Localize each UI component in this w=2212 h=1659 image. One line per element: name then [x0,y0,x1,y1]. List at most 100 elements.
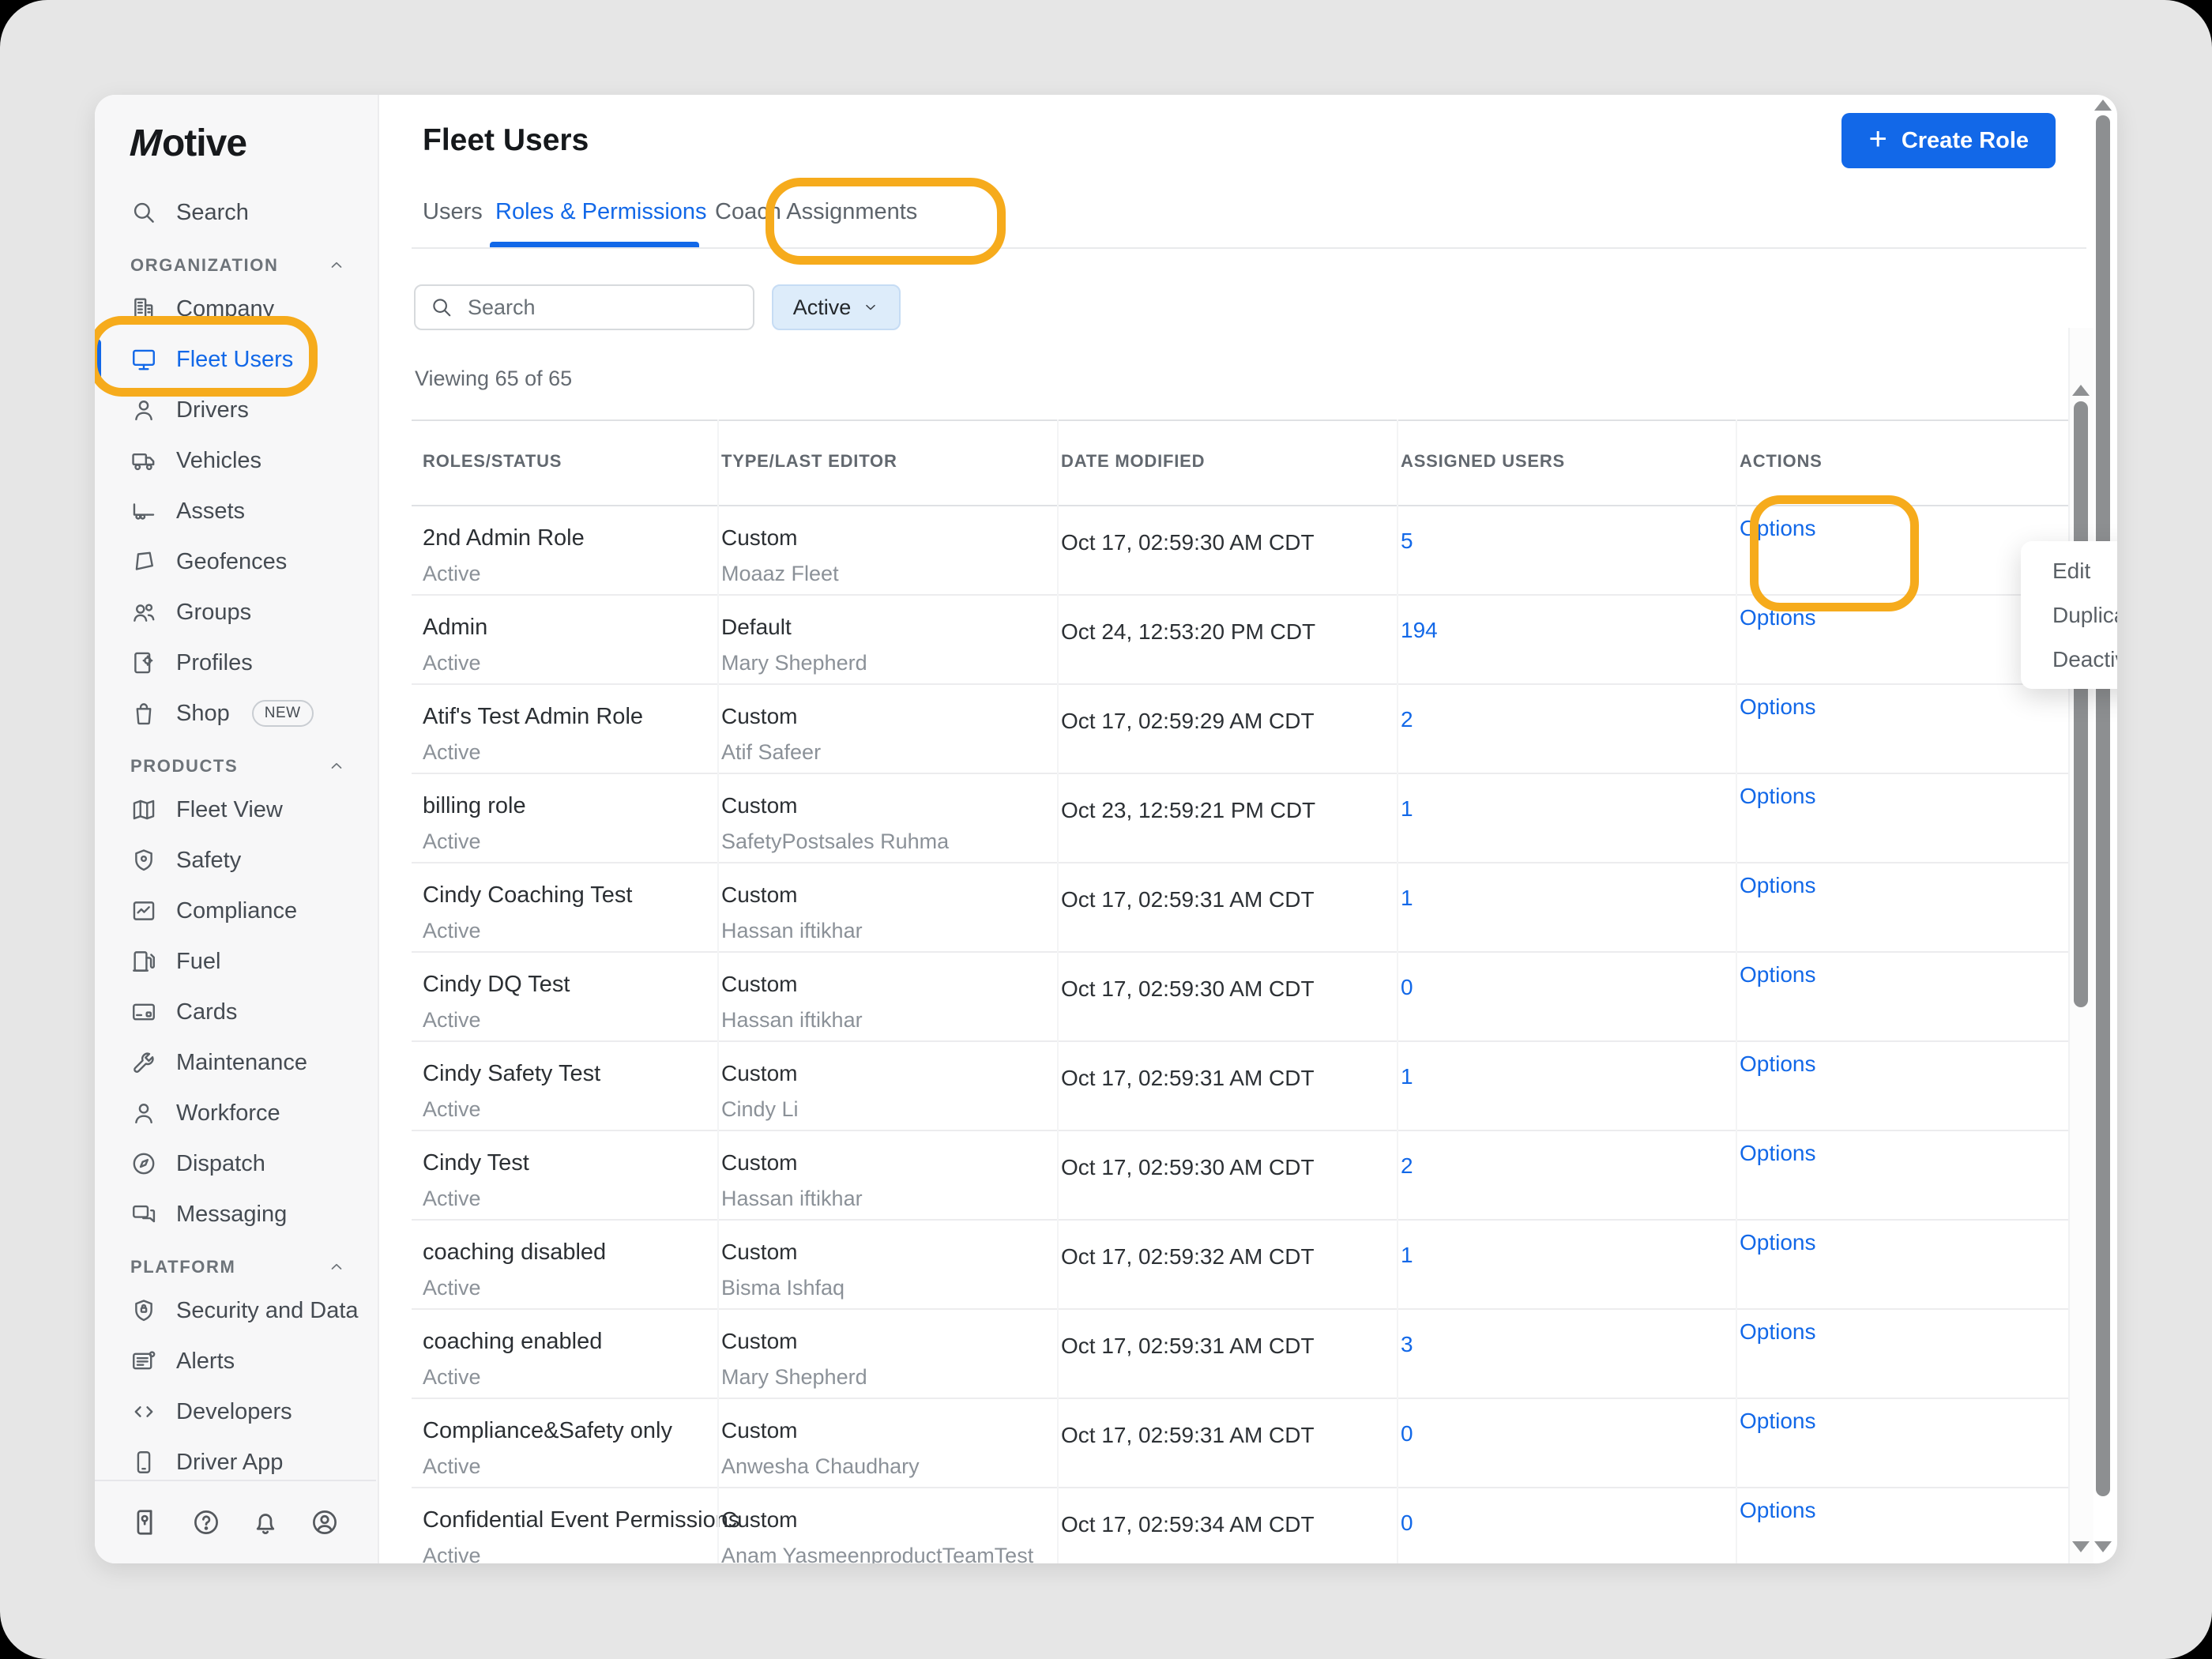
section-header-organization[interactable]: ORGANIZATION [95,247,378,284]
sidebar-item-geofences[interactable]: Geofences [95,536,378,587]
shield-lock-icon [130,1297,157,1324]
bell-icon[interactable] [250,1507,280,1537]
role-status: Active [423,1276,481,1300]
sidebar-item-label: Maintenance [176,1050,307,1076]
options-link[interactable]: Options [1740,962,1816,988]
role-name: coaching enabled [423,1329,602,1355]
options-link[interactable]: Options [1740,516,1816,541]
options-link[interactable]: Options [1740,1230,1816,1255]
sidebar-item-messaging[interactable]: Messaging [95,1189,378,1240]
code-icon [130,1398,157,1425]
role-status: Active [423,562,481,586]
status-filter-dropdown[interactable]: Active [772,284,901,330]
guide-icon[interactable] [132,1507,162,1537]
sidebar-item-assets[interactable]: Assets [95,486,378,536]
assigned-users-link[interactable]: 2 [1401,1153,1413,1179]
assigned-users-link[interactable]: 1 [1401,1243,1413,1268]
role-name: Confidential Event Permissions [423,1507,739,1533]
assigned-users-link[interactable]: 0 [1401,1510,1413,1536]
scroll-up-icon[interactable] [2094,100,2112,111]
scroll-up-icon[interactable] [2072,385,2090,396]
options-link[interactable]: Options [1740,1051,1816,1077]
options-link[interactable]: Options [1740,1498,1816,1523]
sidebar-item-vehicles[interactable]: Vehicles [95,435,378,486]
sidebar-item-company[interactable]: Company [95,284,378,334]
role-name: Atif's Test Admin Role [423,704,643,730]
date-modified: Oct 17, 02:59:30 AM CDT [1061,1155,1315,1180]
sidebar-item-fleet-view[interactable]: Fleet View [95,784,378,835]
tab-users[interactable]: Users [423,199,483,225]
sidebar-item-workforce[interactable]: Workforce [95,1088,378,1138]
sidebar-item-fleet-users[interactable]: Fleet Users [95,334,378,385]
assigned-users-link[interactable]: 5 [1401,529,1413,554]
assigned-users-link[interactable]: 1 [1401,796,1413,822]
sidebar-item-safety[interactable]: Safety [95,835,378,886]
options-link[interactable]: Options [1740,784,1816,809]
sidebar-item-alerts[interactable]: Alerts [95,1336,378,1386]
polygon-icon [130,548,157,575]
role-status: Active [423,1365,481,1390]
menu-item-duplicate[interactable]: Duplicate [2052,603,2117,628]
section-header-platform[interactable]: PLATFORM [95,1249,378,1285]
sidebar-item-label: Shop [176,701,230,727]
create-role-button[interactable]: + Create Role [1841,113,2056,168]
sidebar-item-search[interactable]: Search [95,187,378,238]
truck-icon [130,447,157,474]
sidebar-item-fuel[interactable]: Fuel [95,936,378,987]
role-name: Cindy Safety Test [423,1061,600,1087]
sidebar-item-label: Developers [176,1399,292,1425]
section-header-products[interactable]: PRODUCTS [95,748,378,784]
date-modified: Oct 23, 12:59:21 PM CDT [1061,798,1315,823]
sidebar-item-drivers[interactable]: Drivers [95,385,378,435]
scroll-down-icon[interactable] [2072,1541,2090,1552]
assigned-users-link[interactable]: 2 [1401,707,1413,732]
search-input[interactable] [466,295,753,321]
options-link[interactable]: Options [1740,1409,1816,1434]
account-icon[interactable] [310,1507,340,1537]
assigned-users-link[interactable]: 194 [1401,618,1438,643]
assigned-users-link[interactable]: 0 [1401,975,1413,1000]
sidebar-item-cards[interactable]: Cards [95,987,378,1037]
sidebar-item-security-and-data[interactable]: Security and Data [95,1285,378,1336]
search-icon [430,295,453,319]
options-link[interactable]: Options [1740,1319,1816,1345]
sidebar-item-shop[interactable]: ShopNEW [95,688,378,739]
last-editor: Hassan iftikhar [721,919,863,943]
date-modified: Oct 17, 02:59:30 AM CDT [1061,530,1315,555]
tab-coach-assignments[interactable]: Coach Assignments [715,199,917,225]
page-scrollbar-thumb[interactable] [2096,115,2110,1496]
assigned-users-link[interactable]: 0 [1401,1421,1413,1446]
plus-icon: + [1868,123,1887,155]
options-link[interactable]: Options [1740,605,1816,630]
menu-item-deactivate[interactable]: Deactivate [2052,647,2117,672]
options-menu: Edit Duplicate Deactivate [2021,541,2117,689]
assigned-users-link[interactable]: 3 [1401,1332,1413,1357]
options-link[interactable]: Options [1740,873,1816,898]
help-icon[interactable] [191,1507,221,1537]
menu-item-edit[interactable]: Edit [2052,559,2117,584]
assigned-users-link[interactable]: 1 [1401,1064,1413,1089]
scroll-down-icon[interactable] [2094,1541,2112,1552]
sidebar-item-label: Fleet View [176,797,283,823]
options-link[interactable]: Options [1740,694,1816,720]
table-row-coaching-disabled: coaching disabledActiveCustomBisma Ishfa… [412,1221,2068,1310]
sidebar-item-groups[interactable]: Groups [95,587,378,638]
last-editor: Moaaz Fleet [721,562,839,586]
column-divider [1397,419,1398,1563]
page-scrollbar[interactable] [2090,95,2117,1563]
sidebar-item-compliance[interactable]: Compliance [95,886,378,936]
sidebar-item-maintenance[interactable]: Maintenance [95,1037,378,1088]
table-row-admin: AdminActiveDefaultMary ShepherdOct 24, 1… [412,596,2068,685]
sidebar-item-label: Groups [176,600,251,626]
sidebar-item-profiles[interactable]: Profiles [95,638,378,688]
table-row-cindy-coaching-test: Cindy Coaching TestActiveCustomHassan if… [412,863,2068,953]
assigned-users-link[interactable]: 1 [1401,886,1413,911]
sidebar-item-developers[interactable]: Developers [95,1386,378,1437]
sidebar-item-dispatch[interactable]: Dispatch [95,1138,378,1189]
table-scrollbar-thumb[interactable] [2074,401,2088,1007]
column-divider [1057,419,1059,1563]
sidebar-search-label: Search [176,200,249,226]
options-link[interactable]: Options [1740,1141,1816,1166]
tab-roles-permissions[interactable]: Roles & Permissions [495,199,707,225]
chev-up-icon [327,1258,346,1277]
